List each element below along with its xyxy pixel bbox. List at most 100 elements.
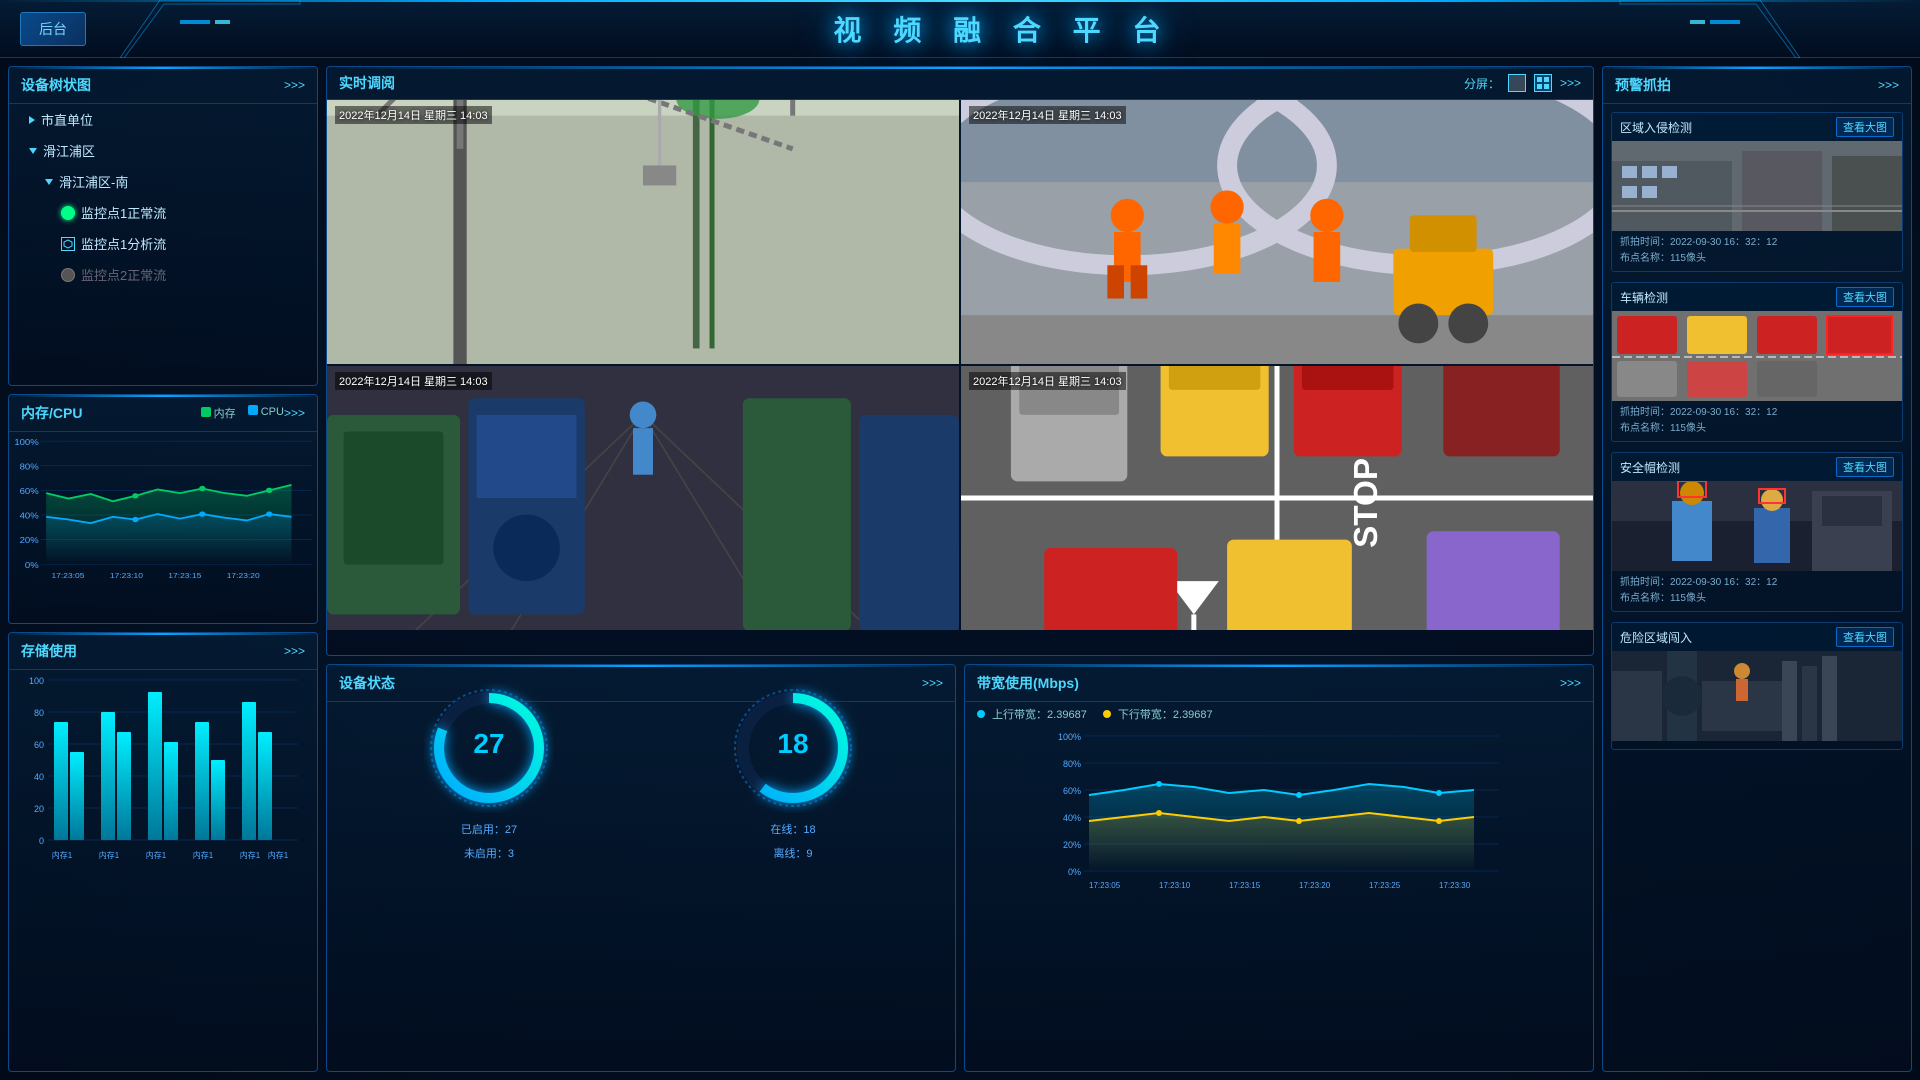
bw-legend-up: 上行带宽：2.39687 — [977, 706, 1087, 722]
svg-text:17:23:10: 17:23:10 — [110, 571, 144, 579]
gauge-item-2: 18 在线：18 离线：9 — [728, 683, 858, 861]
svg-text:80%: 80% — [1063, 759, 1081, 769]
gauge-label-1a: 已启用：27 — [461, 821, 517, 837]
tree-item-qingpu-south[interactable]: 滑江浦区-南 — [9, 166, 317, 197]
device-tree-panel: 设备树状图 >>> 市直单位 滑江浦区 滑江浦区-南 监控点1正常流 — [8, 66, 318, 386]
header-line-top — [0, 0, 1920, 2]
video-timestamp-4: 2022年12月14日 星期三 14:03 — [969, 372, 1126, 390]
video-crane-svg — [327, 100, 959, 364]
left-panel: 设备树状图 >>> 市直单位 滑江浦区 滑江浦区-南 监控点1正常流 — [8, 66, 318, 1072]
svg-text:17:23:30: 17:23:30 — [1439, 881, 1471, 890]
cpu-title: 内存/CPU — [21, 403, 201, 423]
alert-view-btn-2[interactable]: 查看大图 — [1836, 287, 1894, 307]
device-status-more[interactable]: >>> — [922, 676, 943, 690]
back-button[interactable]: 后台 — [20, 12, 86, 46]
split-cell-2 — [1544, 77, 1549, 82]
video-timestamp-1: 2022年12月14日 星期三 14:03 — [335, 106, 492, 124]
tree-item-qingpu[interactable]: 滑江浦区 — [9, 135, 317, 166]
split-1-button[interactable] — [1508, 74, 1526, 92]
svg-text:80%: 80% — [20, 462, 39, 471]
video-parking-svg: STOP 22 11 — [961, 366, 1593, 630]
storage-more[interactable]: >>> — [284, 644, 305, 658]
svg-text:内存1: 内存1 — [52, 850, 73, 860]
svg-text:60: 60 — [34, 740, 44, 750]
gauge-label-2b: 离线：9 — [773, 845, 812, 861]
bw-header: 带宽使用(Mbps) >>> — [965, 665, 1593, 702]
svg-text:100%: 100% — [1058, 732, 1081, 742]
storage-chart: 100 80 60 40 20 0 — [9, 670, 317, 870]
tree-icon-gray — [61, 268, 75, 282]
gauge-svg-1: 27 — [424, 683, 554, 813]
center-panel: 实时调阅 分屏： >>> 2022年12月14日 星期三 — [326, 66, 1594, 1072]
cpu-legend: 内存 CPU — [201, 405, 284, 421]
gauge-label-2a: 在线：18 — [770, 821, 815, 837]
alert-thumb-4 — [1612, 651, 1902, 741]
alert-header: 预警抓拍 >>> — [1603, 67, 1911, 104]
alert-time-2: 抓拍时间：2022-09-30 16：32：12 — [1620, 405, 1894, 421]
alert-camera-3: 布点名称：115像头 — [1620, 591, 1894, 607]
video-title: 实时调阅 — [339, 73, 1464, 93]
svg-text:20: 20 — [34, 804, 44, 814]
svg-text:0%: 0% — [25, 560, 39, 569]
alert-thumb-1 — [1612, 141, 1902, 231]
svg-text:内存1: 内存1 — [240, 850, 261, 860]
alert-view-btn-4[interactable]: 查看大图 — [1836, 627, 1894, 647]
gauge-container: 27 已启用：27 未启用：3 — [327, 702, 955, 842]
svg-text:0: 0 — [39, 836, 44, 846]
svg-text:40%: 40% — [1063, 813, 1081, 823]
video-factory-svg — [327, 366, 959, 630]
device-status-panel: 设备状态 >>> — [326, 664, 956, 1072]
video-cell-3[interactable]: 2022年12月14日 星期三 14:03 — [327, 366, 959, 630]
header: 后台 视 频 融 合 平 台 — [0, 0, 1920, 58]
tree-item-monitor2[interactable]: 监控点2正常流 — [9, 259, 317, 290]
cpu-more[interactable]: >>> — [284, 406, 305, 420]
alert-panel: 预警抓拍 >>> 区域入侵检测 查看大图 — [1602, 66, 1912, 1072]
svg-text:内存1: 内存1 — [268, 850, 289, 860]
svg-text:STOP: STOP — [1348, 458, 1385, 548]
video-more[interactable]: >>> — [1560, 76, 1581, 90]
storage-header: 存储使用 >>> — [9, 633, 317, 670]
tree-label-qingpu: 滑江浦区 — [43, 141, 95, 160]
svg-text:20%: 20% — [1063, 840, 1081, 850]
video-cell-4[interactable]: 2022年12月14日 星期三 14:03 STOP 22 11 — [961, 366, 1593, 630]
svg-text:17:23:10: 17:23:10 — [1159, 881, 1191, 890]
tree-item-monitor1[interactable]: 监控点1正常流 — [9, 197, 317, 228]
realtime-panel: 实时调阅 分屏： >>> 2022年12月14日 星期三 — [326, 66, 1594, 656]
alert-info-2: 抓拍时间：2022-09-30 16：32：12 布点名称：115像头 — [1612, 401, 1902, 441]
alert-more[interactable]: >>> — [1878, 78, 1899, 92]
device-tree-more[interactable]: >>> — [284, 78, 305, 92]
bandwidth-panel: 带宽使用(Mbps) >>> 上行带宽：2.39687 下行带宽：2.39687 — [964, 664, 1594, 1072]
svg-text:40: 40 — [34, 772, 44, 782]
alert-item-intrusion: 区域入侵检测 查看大图 — [1611, 112, 1903, 272]
tree-item-monitor1a[interactable]: 监控点1分析流 — [9, 228, 317, 259]
split-4-button[interactable] — [1534, 74, 1552, 92]
cpu-header: 内存/CPU 内存 CPU >>> — [9, 395, 317, 432]
tree-icon-online — [61, 206, 75, 220]
alert-list: 区域入侵检测 查看大图 — [1603, 104, 1911, 1068]
bw-chart: 100% 80% 60% 40% 20% 0% — [965, 726, 1593, 896]
svg-text:40%: 40% — [20, 511, 39, 520]
video-cell-1[interactable]: 2022年12月14日 星期三 14:03 — [327, 100, 959, 364]
svg-text:内存1: 内存1 — [146, 850, 167, 860]
tree-label-monitor2: 监控点2正常流 — [81, 265, 166, 284]
split-cell-1 — [1537, 77, 1542, 82]
svg-text:17:23:05: 17:23:05 — [51, 571, 85, 579]
alert-title: 预警抓拍 — [1615, 75, 1878, 95]
alert-item-vehicle: 车辆检测 查看大图 — [1611, 282, 1903, 442]
svg-text:17:23:20: 17:23:20 — [227, 571, 261, 579]
alert-view-btn-1[interactable]: 查看大图 — [1836, 117, 1894, 137]
tree-item-city[interactable]: 市直单位 — [9, 104, 317, 135]
tree-label-city: 市直单位 — [41, 110, 93, 129]
alert-view-btn-3[interactable]: 查看大图 — [1836, 457, 1894, 477]
alert-time-3: 抓拍时间：2022-09-30 16：32：12 — [1620, 575, 1894, 591]
bw-more[interactable]: >>> — [1560, 676, 1581, 690]
svg-text:17:23:20: 17:23:20 — [1299, 881, 1331, 890]
bottom-center: 设备状态 >>> — [326, 664, 1594, 1072]
bw-title: 带宽使用(Mbps) — [977, 673, 1560, 693]
alert-info-3: 抓拍时间：2022-09-30 16：32：12 布点名称：115像头 — [1612, 571, 1902, 611]
svg-text:18: 18 — [777, 728, 808, 759]
bw-legend-down: 下行带宽：2.39687 — [1103, 706, 1213, 722]
video-cell-2[interactable]: 2022年12月14日 星期三 14:03 — [961, 100, 1593, 364]
svg-text:17:23:15: 17:23:15 — [168, 571, 202, 579]
gauge-svg-2: 18 — [728, 683, 858, 813]
